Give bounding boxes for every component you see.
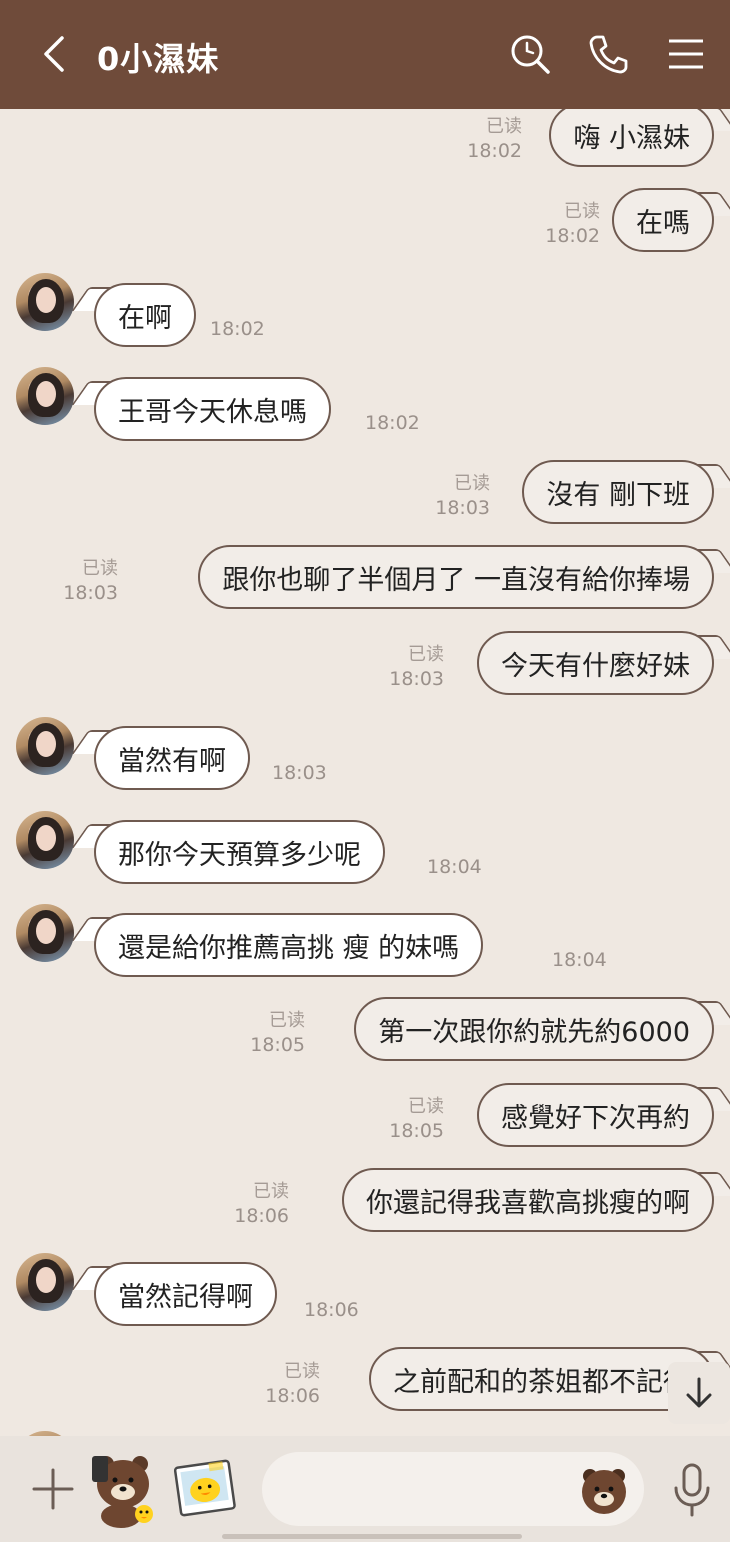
arrow-down-icon: [686, 1377, 712, 1408]
message-text: 還是給你推薦高挑 瘦 的妹嗎: [118, 932, 460, 964]
search-button[interactable]: [506, 30, 554, 78]
chat-title: 0小濕妹: [97, 40, 220, 78]
message-text: 你還記得我喜歡高挑瘦的啊: [366, 1187, 690, 1219]
message-time: 18:03: [272, 762, 327, 784]
message-meta: 已读 18:02: [545, 200, 600, 248]
message-text: 感覺好下次再約: [501, 1102, 690, 1134]
menu-icon: [669, 39, 703, 69]
bear-sticker-icon: [92, 1456, 153, 1528]
message-text: 嗨 小濕妹: [573, 122, 690, 154]
message-time: 18:05: [250, 1034, 305, 1056]
plus-icon: [32, 1468, 74, 1510]
microphone-icon: [674, 1463, 710, 1517]
message-meta: 已读 18:02: [467, 115, 522, 163]
message-time: 18:02: [365, 412, 420, 434]
message-bubble-outgoing[interactable]: 嗨 小濕妹: [549, 109, 714, 167]
message-bubble-incoming[interactable]: 還是給你推薦高挑 瘦 的妹嗎: [94, 913, 484, 977]
read-receipt: 已读: [486, 116, 522, 137]
message-time: 18:04: [427, 856, 482, 878]
message-text: 在嗎: [636, 207, 690, 239]
message-bubble-incoming[interactable]: 當然有啊: [94, 726, 250, 790]
message-text: 跟你也聊了半個月了 一直沒有給你捧場: [222, 564, 690, 596]
message-time: 18:02: [545, 225, 600, 247]
message-bubble-outgoing[interactable]: 之前配和的茶姐都不記得: [369, 1347, 714, 1411]
message-text: 那你今天預算多少呢: [118, 839, 361, 871]
read-receipt: 已读: [454, 473, 490, 494]
message-bubble-incoming[interactable]: 當然記得啊: [94, 1262, 277, 1326]
message-text: 沒有 剛下班: [546, 479, 690, 511]
message-text: 在啊: [118, 302, 172, 334]
message-bubble-outgoing[interactable]: 今天有什麼好妹: [477, 631, 714, 695]
message-time: 18:03: [389, 668, 444, 690]
message-bubble-incoming[interactable]: 王哥今天休息嗎: [94, 377, 331, 441]
message-text: 當然記得啊: [118, 1281, 253, 1313]
chevron-left-icon: [44, 36, 64, 72]
message-time: 18:06: [265, 1385, 320, 1407]
contact-avatar[interactable]: [16, 811, 74, 869]
message-meta: 已读 18:03: [63, 557, 118, 605]
message-meta: 已读 18:03: [435, 472, 490, 520]
message-text: 王哥今天休息嗎: [118, 396, 307, 428]
message-time: 18:03: [63, 582, 118, 604]
read-receipt: 已读: [564, 201, 600, 222]
message-bubble-outgoing[interactable]: 感覺好下次再約: [477, 1083, 714, 1147]
message-text: 當然有啊: [118, 745, 226, 777]
message-text: 今天有什麼好妹: [501, 650, 690, 682]
message-list[interactable]: 嗨 小濕妹 已读 18:02 在嗎 已读 18:02 在啊 18:02 王哥今天…: [0, 109, 730, 1436]
read-receipt: 已读: [408, 1096, 444, 1117]
home-indicator: [222, 1534, 522, 1539]
message-bubble-outgoing[interactable]: 第一次跟你約就先約6000: [354, 997, 714, 1061]
message-bubble-incoming[interactable]: 在啊: [94, 283, 196, 347]
search-icon: [511, 35, 550, 74]
contact-avatar[interactable]: [16, 1253, 74, 1311]
message-meta: 已读 18:06: [265, 1360, 320, 1408]
message-bubble-outgoing[interactable]: 跟你也聊了半個月了 一直沒有給你捧場: [198, 545, 714, 609]
chat-header: 0小濕妹: [0, 0, 730, 109]
voice-input-button[interactable]: [668, 1462, 716, 1518]
message-meta: 已读 18:03: [389, 643, 444, 691]
contact-avatar[interactable]: [16, 367, 74, 425]
contact-avatar[interactable]: [16, 273, 74, 331]
message-bubble-outgoing[interactable]: 沒有 剛下班: [522, 460, 714, 524]
back-button[interactable]: [30, 30, 78, 78]
composer-bar: [0, 1436, 730, 1542]
read-receipt: 已读: [253, 1181, 289, 1202]
message-time: 18:02: [467, 140, 522, 162]
message-bubble-incoming[interactable]: 那你今天預算多少呢: [94, 820, 385, 884]
message-time: 18:05: [389, 1120, 444, 1142]
scroll-to-bottom-button[interactable]: [668, 1362, 730, 1424]
read-receipt: 已读: [269, 1010, 305, 1031]
photo-sticker-button[interactable]: [172, 1456, 238, 1522]
read-receipt: 已读: [284, 1361, 320, 1382]
message-time: 18:04: [552, 949, 607, 971]
message-text: 之前配和的茶姐都不記得: [393, 1366, 690, 1398]
contact-avatar[interactable]: [16, 717, 74, 775]
contact-avatar[interactable]: [16, 904, 74, 962]
add-button[interactable]: [30, 1466, 76, 1512]
menu-button[interactable]: [662, 30, 710, 78]
emoji-button[interactable]: [578, 1464, 630, 1516]
message-time: 18:06: [234, 1205, 289, 1227]
message-bubble-outgoing[interactable]: 在嗎: [612, 188, 714, 252]
message-text: 第一次跟你約就先約6000: [378, 1016, 690, 1048]
read-receipt: 已读: [408, 644, 444, 665]
message-meta: 已读 18:05: [250, 1009, 305, 1057]
sticker-photo-icon: [173, 1459, 236, 1517]
phone-icon: [589, 35, 628, 74]
call-button[interactable]: [584, 30, 632, 78]
read-receipt: 已读: [82, 558, 118, 579]
message-bubble-outgoing[interactable]: 你還記得我喜歡高挑瘦的啊: [342, 1168, 714, 1232]
bear-emoji-icon: [582, 1469, 626, 1514]
message-meta: 已读 18:06: [234, 1180, 289, 1228]
message-time: 18:02: [210, 318, 265, 340]
message-time: 18:06: [304, 1299, 359, 1321]
message-time: 18:03: [435, 497, 490, 519]
sticker-button[interactable]: [88, 1450, 160, 1528]
message-meta: 已读 18:05: [389, 1095, 444, 1143]
